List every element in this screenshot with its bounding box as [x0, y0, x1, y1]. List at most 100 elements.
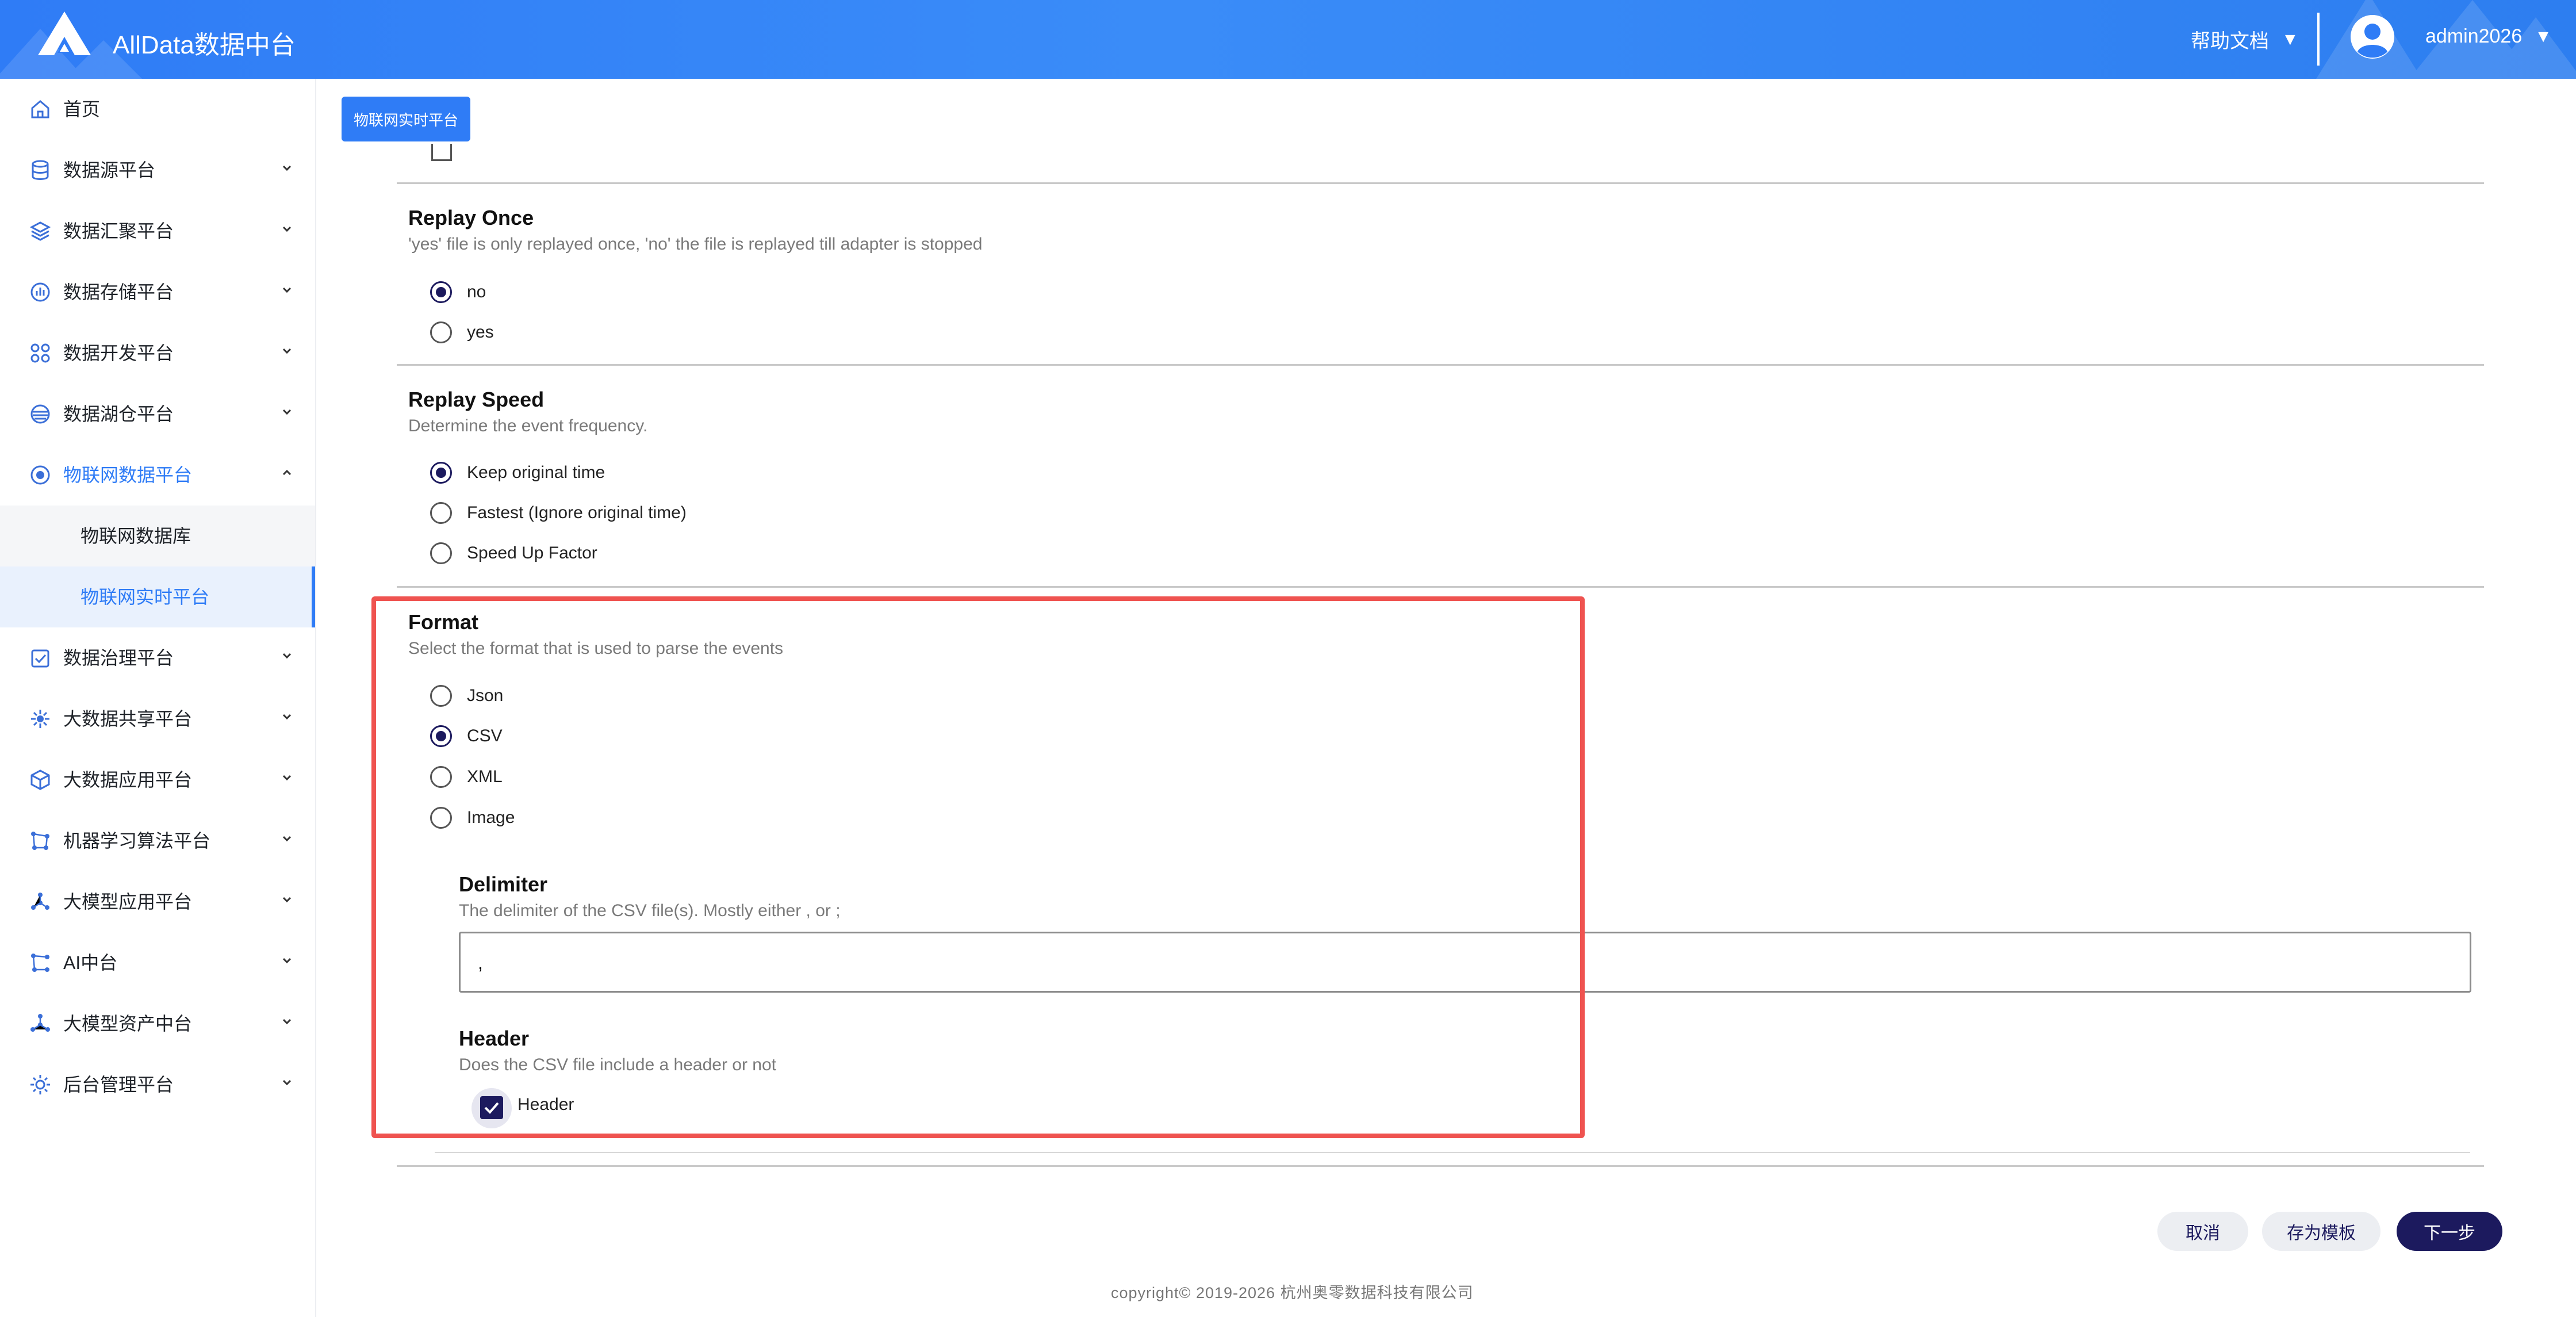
- chevron-down-icon: [282, 287, 292, 293]
- sidebar-item-label: 数据开发平台: [63, 343, 174, 363]
- radio-label: Speed Up Factor: [467, 543, 597, 562]
- sidebar-item-label: 大数据共享平台: [63, 709, 193, 729]
- grid-nodes-icon: [30, 343, 50, 363]
- header-divider: [2317, 13, 2320, 66]
- sidebar-item-label: AI中台: [63, 952, 118, 973]
- radio-fastest[interactable]: [430, 502, 452, 524]
- radio-label: no: [467, 282, 486, 301]
- chevron-down-icon: [282, 958, 292, 964]
- sidebar-subitem-label: 物联网实时平台: [80, 587, 210, 607]
- avatar[interactable]: [2349, 14, 2395, 60]
- highlight-annotation: [371, 596, 1585, 1138]
- governance-icon: [31, 649, 49, 668]
- sidebar-item-ai[interactable]: AI中台: [0, 932, 315, 993]
- radio-speed-up-factor[interactable]: [430, 542, 452, 564]
- chevron-down-icon: [282, 653, 292, 659]
- sidebar: 首页 数据源平台 数据汇聚平台 数据存储平台 数据开发平台 数据湖仓平台 物联网…: [0, 79, 316, 1317]
- top-header: AllData数据中台 帮助文档 ▼ admin2026 ▼: [0, 0, 2576, 79]
- radio-label: Keep original time: [467, 463, 605, 482]
- inner-divider: [435, 1152, 2470, 1153]
- sidebar-item-admin[interactable]: 后台管理平台: [0, 1054, 315, 1115]
- sidebar-item-label: 数据源平台: [63, 160, 156, 181]
- model-app-icon: [31, 893, 49, 910]
- sidebar-item-storage[interactable]: 数据存储平台: [0, 262, 315, 323]
- sidebar-item-label: 后台管理平台: [63, 1074, 174, 1095]
- share-icon: [31, 710, 49, 728]
- help-docs-label: 帮助文档: [2191, 30, 2269, 52]
- chevron-down-icon: [282, 897, 292, 903]
- chevron-down-icon: [282, 226, 292, 232]
- chevron-down-icon: [282, 165, 292, 171]
- sidebar-item-aggregation[interactable]: 数据汇聚平台: [0, 201, 315, 262]
- caret-down-icon: ▼: [2535, 26, 2552, 46]
- sidebar-item-label: 首页: [63, 99, 101, 120]
- ai-icon: [31, 954, 49, 972]
- lake-icon: [30, 404, 50, 424]
- sidebar-item-label: 数据汇聚平台: [63, 221, 174, 242]
- replay-speed-description: Determine the event frequency.: [408, 416, 648, 435]
- sidebar-subitem-iot-realtime[interactable]: 物联网实时平台: [0, 566, 315, 627]
- save-template-button[interactable]: 存为模板: [2262, 1212, 2380, 1251]
- sidebar-item-sharing[interactable]: 大数据共享平台: [0, 688, 315, 749]
- asset-icon: [30, 1014, 50, 1032]
- replay-once-title: Replay Once: [408, 206, 534, 229]
- sidebar-item-label: 大模型资产中台: [63, 1013, 193, 1034]
- sidebar-item-datasource[interactable]: 数据源平台: [0, 140, 315, 201]
- sidebar-item-application[interactable]: 大数据应用平台: [0, 749, 315, 810]
- database-icon: [32, 160, 49, 180]
- sidebar-subitem-label: 物联网数据库: [80, 526, 191, 546]
- radio-replay-once-no[interactable]: [430, 281, 452, 303]
- alldata-logo-icon: [38, 12, 91, 55]
- radio-keep-original-time[interactable]: [430, 462, 452, 484]
- replay-once-description: 'yes' file is only replayed once, 'no' t…: [408, 235, 983, 254]
- chevron-down-icon: [282, 348, 292, 354]
- cancel-button[interactable]: 取消: [2157, 1212, 2248, 1251]
- home-icon: [31, 100, 49, 118]
- layers-icon: [29, 221, 51, 241]
- sidebar-item-home[interactable]: 首页: [0, 79, 315, 140]
- sidebar-item-label: 数据湖仓平台: [63, 404, 174, 424]
- replay-speed-title: Replay Speed: [408, 388, 545, 411]
- section-divider: [397, 1165, 2484, 1167]
- section-divider: [397, 182, 2484, 184]
- sidebar-item-model-assets[interactable]: 大模型资产中台: [0, 993, 315, 1054]
- ml-icon: [31, 832, 49, 850]
- sidebar-item-iot[interactable]: 物联网数据平台: [0, 445, 315, 506]
- sidebar-item-label: 物联网数据平台: [63, 465, 193, 485]
- sidebar-item-development[interactable]: 数据开发平台: [0, 323, 315, 384]
- sidebar-item-ml[interactable]: 机器学习算法平台: [0, 810, 315, 871]
- sidebar-item-label: 数据存储平台: [63, 282, 174, 303]
- radio-label: Fastest (Ignore original time): [467, 503, 687, 522]
- sidebar-item-label: 数据治理平台: [63, 648, 174, 668]
- chevron-down-icon: [282, 714, 292, 720]
- breadcrumb-tab[interactable]: 物联网实时平台: [342, 97, 470, 141]
- sidebar-item-governance[interactable]: 数据治理平台: [0, 627, 315, 688]
- chevron-down-icon: [282, 1019, 292, 1025]
- radio-label: yes: [467, 323, 494, 342]
- user-name: admin2026: [2425, 25, 2523, 47]
- footer-copyright: copyright© 2019-2026 杭州奥零数据科技有限公司: [1111, 1284, 1474, 1301]
- radio-replay-once-yes[interactable]: [430, 321, 452, 343]
- caret-down-icon: ▼: [2282, 29, 2299, 49]
- sidebar-subitem-iot-database[interactable]: 物联网数据库: [0, 506, 315, 566]
- iot-icon: [30, 465, 50, 485]
- app-title: AllData数据中台: [113, 31, 296, 59]
- section-divider: [397, 586, 2484, 588]
- partial-checkbox[interactable]: [431, 144, 452, 161]
- help-docs-menu[interactable]: 帮助文档 ▼: [2191, 25, 2299, 53]
- chevron-down-icon: [282, 1079, 292, 1086]
- sidebar-item-label: 机器学习算法平台: [63, 830, 211, 851]
- storage-chart-icon: [30, 282, 50, 302]
- section-divider: [397, 364, 2484, 366]
- chevron-down-icon: [282, 775, 292, 781]
- sidebar-item-label: 大数据应用平台: [63, 769, 193, 790]
- chevron-up-icon: [282, 469, 292, 476]
- chevron-down-icon: [282, 409, 292, 415]
- admin-gear-icon: [30, 1075, 50, 1094]
- next-step-button[interactable]: 下一步: [2397, 1212, 2502, 1251]
- sidebar-item-lakehouse[interactable]: 数据湖仓平台: [0, 384, 315, 445]
- user-menu[interactable]: admin2026 ▼: [2425, 25, 2552, 48]
- chevron-down-icon: [282, 836, 292, 842]
- sidebar-item-model-app[interactable]: 大模型应用平台: [0, 871, 315, 932]
- cube-icon: [30, 769, 50, 790]
